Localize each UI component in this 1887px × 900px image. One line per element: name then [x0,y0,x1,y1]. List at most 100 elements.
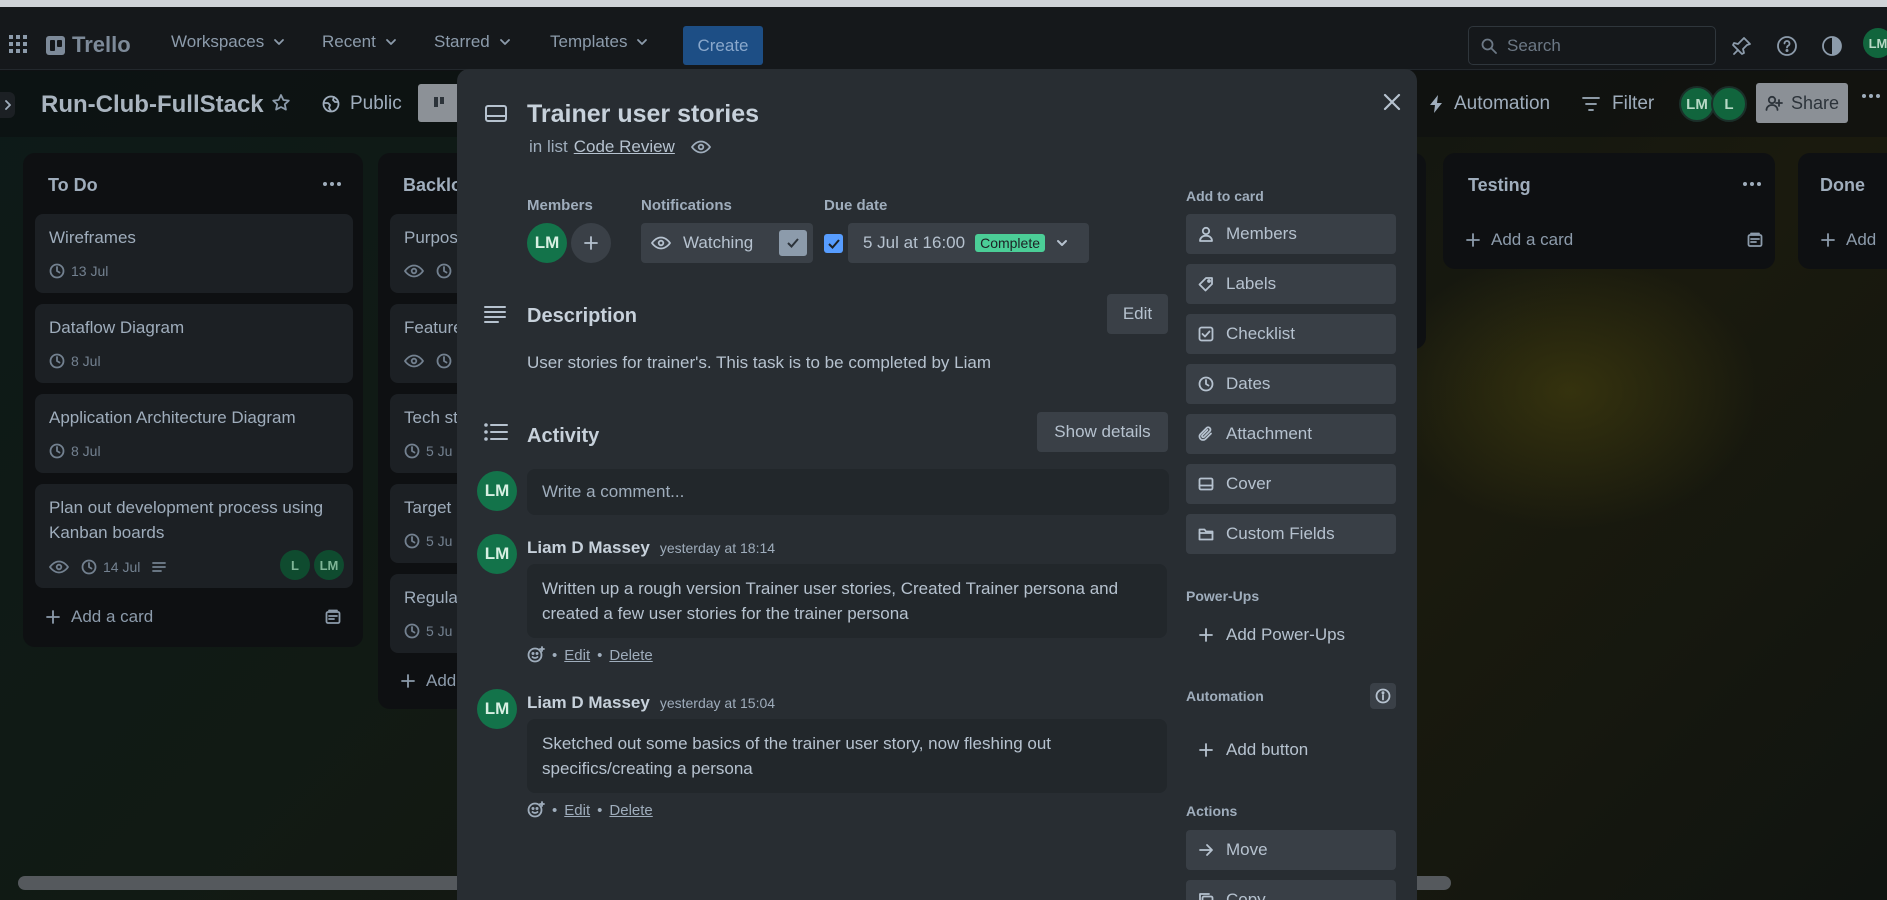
card-badges: 5 Ju [404,623,452,639]
share-button[interactable]: Share [1756,83,1848,123]
window-top-edge [0,0,1887,7]
add-card-button[interactable]: Add [400,671,456,691]
menu-recent[interactable]: Recent [322,32,398,52]
current-user-avatar: LM [477,471,517,511]
list-menu-icon[interactable] [323,181,341,187]
list-link[interactable]: Code Review [574,137,675,157]
board-members[interactable]: LM L [1679,86,1747,122]
edit-comment-link[interactable]: Edit [564,647,590,664]
board-title[interactable]: Run-Club-FullStack [41,91,264,119]
card[interactable]: Dataflow Diagram 8 Jul [35,304,353,383]
comment-avatar: LM [477,534,517,574]
notifications-icon[interactable] [1731,35,1753,57]
menu-templates[interactable]: Templates [550,32,649,52]
edit-description-button[interactable]: Edit [1107,294,1168,334]
list-title[interactable]: Done [1820,175,1865,196]
card[interactable]: Wireframes 13 Jul [35,214,353,293]
checklist-button[interactable]: Checklist [1186,314,1396,354]
card-member-avatar[interactable]: LM [527,223,567,263]
watch-button[interactable]: Watching [641,223,813,263]
list-title[interactable]: To Do [48,175,98,196]
search-input[interactable]: Search [1468,26,1716,65]
create-from-template-icon[interactable] [1747,232,1763,248]
theme-toggle-icon[interactable] [1821,35,1843,57]
card[interactable]: Application Architecture Diagram 8 Jul [35,394,353,473]
button-label: Custom Fields [1226,524,1335,543]
due-date-button[interactable]: 5 Jul at 16:00 Complete [848,223,1089,263]
comment-author[interactable]: Liam D Massey [527,693,650,713]
sidebar-expand-button[interactable] [0,92,15,118]
add-card-button[interactable]: Add a card [45,607,153,627]
trello-logo[interactable]: Trello [46,32,131,58]
add-reaction-icon[interactable] [527,801,545,819]
add-button-button[interactable]: Add button [1186,730,1396,770]
account-avatar[interactable]: LM [1863,28,1887,58]
close-icon[interactable] [1375,85,1409,119]
edit-comment-link[interactable]: Edit [564,802,590,819]
create-button[interactable]: Create [683,26,763,65]
board-view-button[interactable] [418,84,460,122]
plus-icon [1199,743,1213,757]
copy-button[interactable]: Copy [1186,880,1396,900]
cover-button[interactable]: Cover [1186,464,1396,504]
due-complete-checkbox[interactable] [824,234,843,253]
attachment-button[interactable]: Attachment [1186,414,1396,454]
move-button[interactable]: Move [1186,830,1396,870]
plus-icon [1466,233,1480,247]
chevron-down-icon [499,39,510,45]
card-title-heading[interactable]: Trainer user stories [527,100,759,129]
notifications-label: Notifications [641,197,732,214]
dates-button[interactable]: Dates [1186,364,1396,404]
comment-time[interactable]: yesterday at 15:04 [660,695,775,711]
labels-button[interactable]: Labels [1186,264,1396,304]
chevron-right-icon [4,100,11,110]
delete-comment-link[interactable]: Delete [609,802,652,819]
description-text[interactable]: User stories for trainer's. This task is… [527,353,991,373]
chevron-down-icon [274,39,285,45]
due-date-value: 5 Jul at 16:00 [863,233,966,252]
filter-label: Filter [1612,93,1655,114]
show-details-button[interactable]: Show details [1037,412,1168,452]
filter-button[interactable]: Filter [1582,93,1654,115]
button-label: Add Power-Ups [1226,625,1346,644]
card-title: Dataflow Diagram [49,318,185,337]
create-from-template-icon[interactable] [325,609,341,625]
visibility-button[interactable]: Public [322,93,402,115]
add-card-button[interactable]: Add a card [1465,230,1573,250]
button-label: Move [1226,840,1268,859]
list-title[interactable]: Testing [1468,175,1531,196]
automation-button[interactable]: Automation [1428,93,1550,115]
card-badges: 14 Jul [49,559,167,575]
comment-author[interactable]: Liam D Massey [527,538,650,558]
delete-comment-link[interactable]: Delete [609,647,652,664]
clock-icon [1198,376,1214,392]
menu-workspaces[interactable]: Workspaces [171,32,286,52]
app-switcher-icon[interactable] [8,34,28,54]
list-done: Done Add [1798,153,1887,269]
members-button[interactable]: Members [1186,214,1396,254]
board-menu-icon[interactable] [1862,93,1880,99]
plus-icon [46,610,60,624]
add-member-button[interactable] [571,223,611,263]
menu-starred[interactable]: Starred [434,32,512,52]
visibility-label: Public [350,93,402,114]
arrow-right-icon [1199,844,1213,856]
add-reaction-icon[interactable] [527,646,545,664]
comment-time[interactable]: yesterday at 18:14 [660,540,775,556]
add-card-button[interactable]: Add [1820,230,1876,250]
add-person-icon [1765,95,1783,111]
card[interactable]: Plan out development process using Kanba… [35,484,353,588]
help-icon[interactable] [1776,35,1798,57]
custom-fields-button[interactable]: Custom Fields [1186,514,1396,554]
due-date-text: 5 Ju [426,443,453,459]
clock-icon [49,443,65,459]
add-power-ups-button[interactable]: Add Power-Ups [1186,615,1396,655]
comment-input[interactable]: Write a comment... [527,469,1169,515]
list-menu-icon[interactable] [1743,181,1761,187]
list-to-do: To Do Wireframes 13 Jul Dataflow Diagram… [23,153,363,647]
star-icon[interactable] [271,93,291,113]
info-icon[interactable] [1370,683,1396,709]
clock-icon [49,263,65,279]
top-navigation-bar: Trello Workspaces Recent Starred Templat… [0,7,1887,70]
due-date-label: Due date [824,197,888,214]
